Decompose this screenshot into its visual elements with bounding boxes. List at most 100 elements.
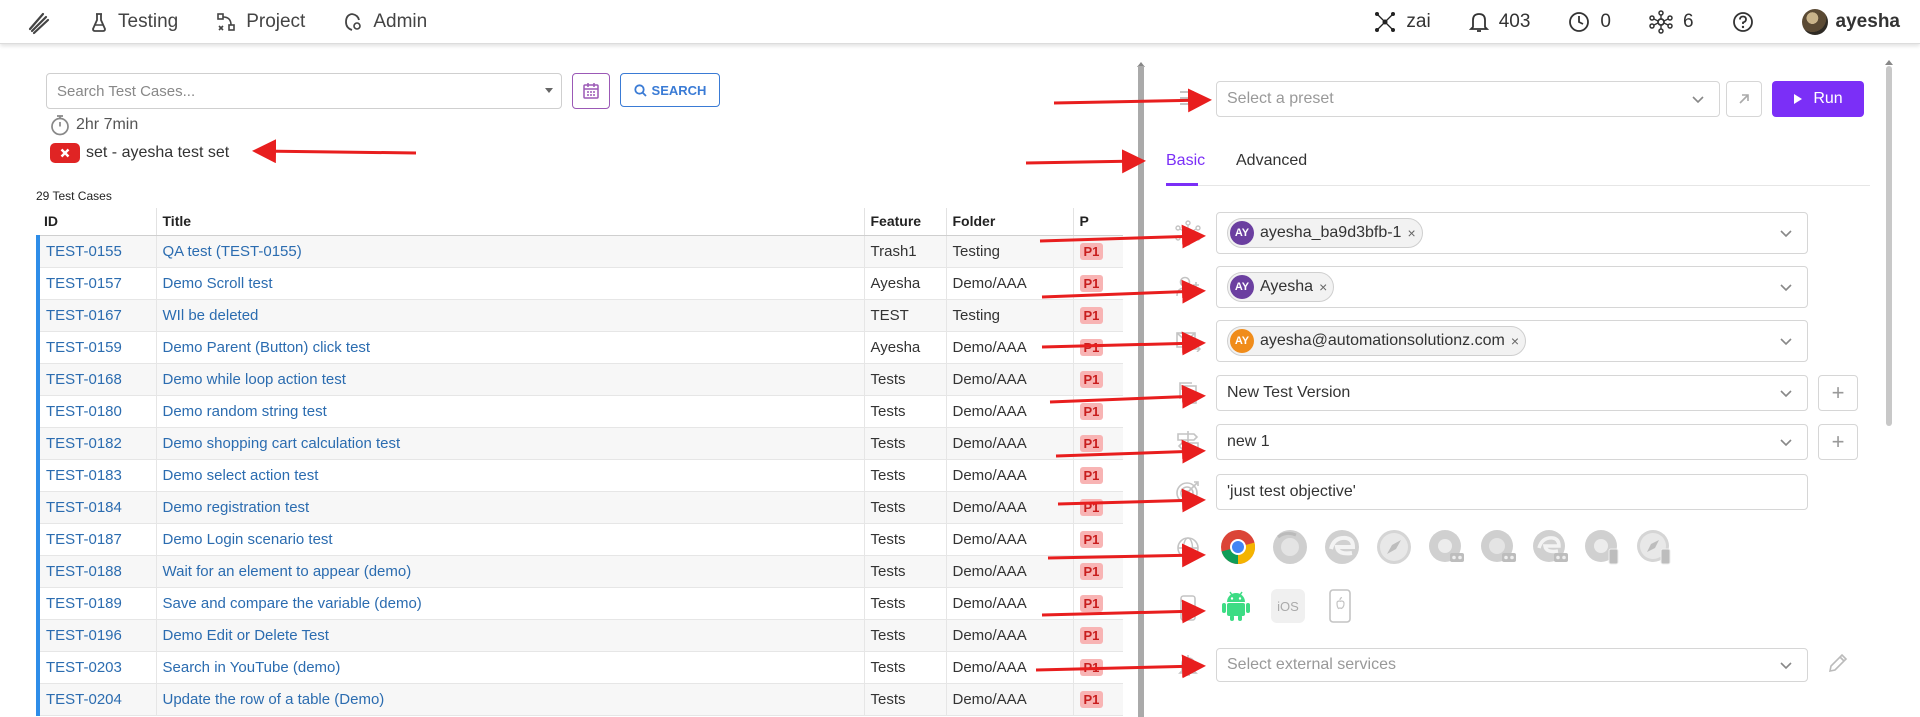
test-title-link[interactable]: WIl be deleted — [156, 299, 865, 332]
table-row[interactable]: TEST-0184 Demo registration test Tests Demo… — [36, 491, 1123, 524]
plus-icon: + — [1831, 380, 1845, 405]
test-title-link[interactable]: Demo while loop action test — [156, 363, 865, 396]
notifications-button[interactable]: 403 — [1468, 11, 1530, 33]
preset-placeholder: Select a preset — [1227, 90, 1334, 107]
edge-headless-icon[interactable] — [1530, 527, 1570, 567]
test-title-link[interactable]: QA test (TEST-0155) — [156, 235, 865, 268]
test-title-link[interactable]: Demo Scroll test — [156, 267, 865, 300]
remove-chip-icon[interactable]: × — [1511, 333, 1519, 349]
test-title-link[interactable]: Search in YouTube (demo) — [156, 651, 865, 684]
table-row[interactable]: TEST-0180 Demo random string test Tests Dem… — [36, 395, 1123, 428]
run-button[interactable]: Run — [1772, 81, 1864, 117]
edit-services-button[interactable] — [1826, 651, 1850, 680]
remove-chip-icon[interactable]: × — [1319, 279, 1327, 295]
test-title-link[interactable]: Demo Parent (Button) click test — [156, 331, 865, 364]
column-header-priority[interactable]: P — [1073, 208, 1123, 236]
email-select[interactable]: AY ayesha@automationsolutionz.com × — [1216, 320, 1808, 362]
test-title-link[interactable]: Wait for an element to appear (demo) — [156, 555, 865, 588]
edge-icon[interactable] — [1322, 527, 1362, 567]
android-icon[interactable] — [1218, 588, 1254, 624]
column-header-title[interactable]: Title — [156, 208, 865, 236]
table-row[interactable]: TEST-0189 Save and compare the variable (… — [36, 587, 1123, 620]
user-menu[interactable]: ayesha — [1801, 9, 1900, 35]
nav-project[interactable]: Project — [216, 11, 305, 33]
table-row[interactable]: TEST-0196 Demo Edit or Delete Test Tests De… — [36, 619, 1123, 652]
history-button[interactable]: 0 — [1568, 11, 1611, 33]
table-row[interactable]: TEST-0183 Demo select action test Tests Dem… — [36, 459, 1123, 492]
test-id-link[interactable]: TEST-0204 — [36, 683, 157, 716]
ai-assistant-button[interactable]: zai — [1374, 11, 1431, 33]
column-header-id[interactable]: ID — [38, 208, 157, 236]
table-row[interactable]: TEST-0157 Demo Scroll test Ayesha Demo/AAA P… — [36, 267, 1123, 300]
safari-mobile-icon[interactable] — [1634, 527, 1674, 567]
safari-icon[interactable] — [1374, 527, 1414, 567]
add-version-button[interactable]: + — [1818, 375, 1858, 411]
test-id-link[interactable]: TEST-0203 — [36, 651, 157, 684]
column-header-folder[interactable]: Folder — [946, 208, 1074, 236]
test-title-link[interactable]: Demo Edit or Delete Test — [156, 619, 865, 652]
nodes-button[interactable]: 6 — [1649, 10, 1694, 34]
chrome-icon[interactable] — [1218, 527, 1258, 567]
table-row[interactable]: TEST-0204 Update the row of a table (Demo… — [36, 683, 1123, 716]
test-id-link[interactable]: TEST-0180 — [36, 395, 157, 428]
column-header-feature[interactable]: Feature — [864, 208, 947, 236]
test-id-link[interactable]: TEST-0189 — [36, 587, 157, 620]
open-preset-button[interactable] — [1726, 81, 1762, 117]
build-select[interactable]: new 1 — [1216, 424, 1808, 460]
objective-input[interactable]: 'just test objective' — [1216, 474, 1808, 510]
table-row[interactable]: TEST-0187 Demo Login scenario test Tests De… — [36, 523, 1123, 556]
test-id-link[interactable]: TEST-0182 — [36, 427, 157, 460]
calendar-button[interactable] — [572, 73, 610, 109]
test-id-link[interactable]: TEST-0167 — [36, 299, 157, 332]
add-build-button[interactable]: + — [1818, 424, 1858, 460]
remove-chip-icon[interactable]: × — [1407, 225, 1415, 241]
search-button[interactable]: SEARCH — [620, 73, 720, 107]
test-title-link[interactable]: Save and compare the variable (demo) — [156, 587, 865, 620]
ios-option[interactable]: iOS — [1270, 588, 1306, 624]
tab-advanced[interactable]: Advanced — [1236, 152, 1307, 170]
test-id-link[interactable]: TEST-0168 — [36, 363, 157, 396]
chrome-mobile-icon[interactable] — [1582, 527, 1622, 567]
test-title-link[interactable]: Update the row of a table (Demo) — [156, 683, 865, 716]
test-title-link[interactable]: Demo registration test — [156, 491, 865, 524]
test-id-link[interactable]: TEST-0155 — [36, 235, 157, 268]
test-id-link[interactable]: TEST-0183 — [36, 459, 157, 492]
table-row[interactable]: TEST-0167 WIl be deleted TEST Testing P1 — [36, 299, 1123, 332]
test-title-link[interactable]: Demo Login scenario test — [156, 523, 865, 556]
table-row[interactable]: TEST-0159 Demo Parent (Button) click test… — [36, 331, 1123, 364]
test-title-link[interactable]: Demo random string test — [156, 395, 865, 428]
test-id-link[interactable]: TEST-0159 — [36, 331, 157, 364]
priority-badge: P1 — [1079, 690, 1104, 708]
test-id-link[interactable]: TEST-0188 — [36, 555, 157, 588]
search-test-cases-input[interactable]: Search Test Cases... — [46, 73, 562, 109]
help-button[interactable] — [1732, 11, 1764, 33]
table-row[interactable]: TEST-0155 QA test (TEST-0155) Trash1 Testin… — [36, 235, 1123, 268]
nav-testing[interactable]: Testing — [90, 11, 178, 33]
version-select[interactable]: New Test Version — [1216, 375, 1808, 411]
test-id-link[interactable]: TEST-0184 — [36, 491, 157, 524]
remove-set-button[interactable] — [50, 143, 80, 163]
firefox-icon[interactable] — [1270, 527, 1310, 567]
firefox-headless-icon[interactable] — [1478, 527, 1518, 567]
panel-splitter[interactable] — [1138, 66, 1144, 717]
test-id-link[interactable]: TEST-0196 — [36, 619, 157, 652]
chevron-down-icon — [1780, 338, 1792, 346]
assignee-select[interactable]: AY Ayesha × — [1216, 266, 1808, 308]
table-row[interactable]: TEST-0188 Wait for an element to appear (… — [36, 555, 1123, 588]
agent-select[interactable]: AY ayesha_ba9d3bfb-1 × — [1216, 212, 1808, 254]
chrome-headless-icon[interactable] — [1426, 527, 1466, 567]
nav-admin[interactable]: Admin — [343, 11, 427, 33]
external-services-select[interactable]: Select external services — [1216, 648, 1808, 682]
test-id-link[interactable]: TEST-0157 — [36, 267, 157, 300]
app-logo-icon[interactable] — [24, 8, 52, 36]
test-id-link[interactable]: TEST-0187 — [36, 523, 157, 556]
test-title-link[interactable]: Demo shopping cart calculation test — [156, 427, 865, 460]
preset-select[interactable]: Select a preset — [1216, 81, 1720, 117]
tab-basic[interactable]: Basic — [1166, 152, 1205, 170]
table-row[interactable]: TEST-0182 Demo shopping cart calculation … — [36, 427, 1123, 460]
test-title-link[interactable]: Demo select action test — [156, 459, 865, 492]
right-panel-scrollbar[interactable] — [1886, 66, 1892, 426]
table-row[interactable]: TEST-0203 Search in YouTube (demo) Tests De… — [36, 651, 1123, 684]
table-row[interactable]: TEST-0168 Demo while loop action test Test… — [36, 363, 1123, 396]
iphone-icon[interactable] — [1322, 588, 1358, 624]
